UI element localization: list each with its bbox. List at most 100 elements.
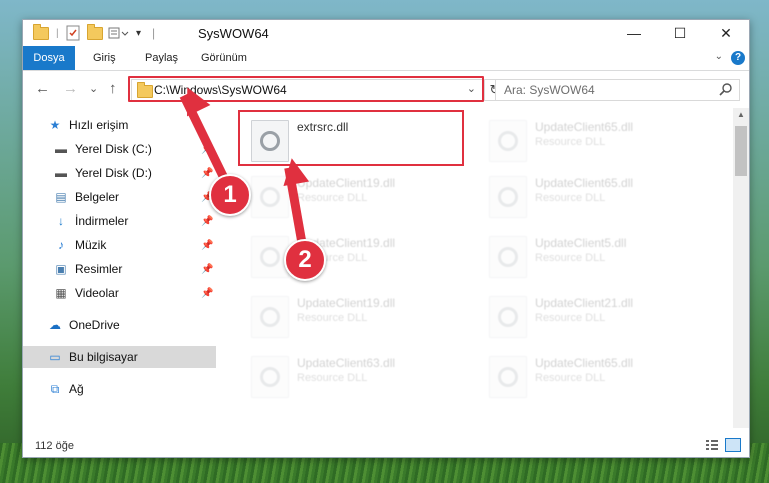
minimize-button[interactable]: — bbox=[611, 20, 657, 46]
separator: | bbox=[56, 27, 59, 39]
file-tile[interactable]: UpdateClient19.dll Resource DLL bbox=[241, 228, 441, 278]
dll-file-icon bbox=[251, 356, 289, 398]
file-type: Resource DLL bbox=[535, 372, 606, 384]
sidebar-item-label: Yerel Disk (C:) bbox=[75, 142, 152, 156]
sidebar-item-videos[interactable]: ▦ Videolar 📌 bbox=[23, 282, 216, 304]
file-type: Resource DLL bbox=[535, 192, 606, 204]
music-icon: ♪ bbox=[58, 238, 64, 252]
separator: | bbox=[152, 26, 156, 40]
navigation-bar: ← → ⌄ ↑ C:\Windows\SysWOW64 ⌄ ↻ Ara: Sys… bbox=[23, 71, 749, 107]
properties-icon[interactable] bbox=[66, 25, 80, 41]
sidebar-item-documents[interactable]: ▤ Belgeler 📌 bbox=[23, 186, 216, 208]
details-view-icon[interactable] bbox=[705, 439, 719, 454]
file-tile[interactable]: UpdateClient63.dll Resource DLL bbox=[241, 348, 441, 398]
dll-file-icon bbox=[489, 296, 527, 338]
file-type: Resource DLL bbox=[297, 192, 368, 204]
navigation-pane: ★ Hızlı erişim ▬ Yerel Disk (C:) 📌 ▬ Yerel D… bbox=[23, 108, 216, 428]
star-icon: ★ bbox=[49, 118, 61, 132]
tab-file[interactable]: Dosya bbox=[23, 46, 75, 70]
sidebar-item-label: Ağ bbox=[69, 382, 84, 396]
search-input[interactable]: Ara: SysWOW64 bbox=[495, 79, 740, 101]
tab-home[interactable]: Giriş bbox=[93, 46, 116, 70]
file-tile[interactable]: UpdateClient21.dll Resource DLL bbox=[479, 288, 679, 338]
pictures-icon: ▣ bbox=[55, 262, 67, 276]
back-button[interactable]: ← bbox=[35, 80, 50, 97]
sidebar-item-label: İndirmeler bbox=[75, 214, 129, 228]
file-type: Resource DLL bbox=[297, 372, 368, 384]
recent-locations-button[interactable]: ⌄ bbox=[89, 82, 98, 95]
dll-file-icon bbox=[489, 236, 527, 278]
file-name: UpdateClient65.dll bbox=[535, 176, 634, 190]
large-icons-view-icon[interactable] bbox=[725, 438, 741, 452]
computer-icon: ▭ bbox=[49, 350, 61, 364]
window-title: SysWOW64 bbox=[198, 26, 269, 41]
ribbon-tabs: Dosya Giriş Paylaş Görünüm ⌄ ? bbox=[23, 46, 749, 71]
sidebar-item-quick-access[interactable]: ★ Hızlı erişim bbox=[23, 114, 216, 136]
maximize-button[interactable]: ☐ bbox=[657, 20, 703, 46]
sidebar-item-local-disk-c[interactable]: ▬Yerel Disk (C:)📌 bbox=[23, 138, 216, 160]
forward-button[interactable]: → bbox=[63, 80, 78, 97]
sidebar-item-label: Bu bilgisayar bbox=[69, 350, 138, 364]
dll-file-icon bbox=[489, 356, 527, 398]
up-button[interactable]: ↑ bbox=[109, 80, 117, 97]
tab-view[interactable]: Görünüm bbox=[201, 46, 247, 70]
expand-ribbon-icon[interactable]: ⌄ bbox=[715, 51, 723, 62]
file-tile[interactable]: UpdateClient19.dll Resource DLL bbox=[241, 288, 441, 338]
file-type: Resource DLL bbox=[535, 312, 606, 324]
step-badge-2: 2 bbox=[284, 239, 326, 281]
pin-icon: 📌 bbox=[201, 167, 214, 179]
file-name: UpdateClient65.dll bbox=[535, 120, 634, 134]
pin-icon: 📌 bbox=[201, 215, 214, 227]
file-name: UpdateClient65.dll bbox=[535, 356, 634, 370]
search-placeholder: Ara: SysWOW64 bbox=[504, 83, 595, 97]
file-name: UpdateClient21.dll bbox=[535, 296, 634, 310]
file-tile[interactable]: UpdateClient5.dll Resource DLL bbox=[479, 228, 679, 278]
file-tile[interactable]: UpdateClient65.dll Resource DLL bbox=[479, 112, 679, 162]
sidebar-item-label: Videolar bbox=[75, 286, 119, 300]
sidebar-item-music[interactable]: ♪ Müzik 📌 bbox=[23, 234, 216, 256]
dll-file-icon bbox=[489, 176, 527, 218]
dll-file-icon bbox=[489, 120, 527, 162]
pin-icon: 📌 bbox=[201, 263, 214, 275]
sidebar-item-label: Belgeler bbox=[75, 190, 120, 204]
sidebar-item-downloads[interactable]: ↓ İndirmeler 📌 bbox=[23, 210, 216, 232]
dll-file-icon bbox=[251, 296, 289, 338]
status-bar: 112 öğe bbox=[23, 435, 749, 457]
sidebar-item-this-pc[interactable]: ▭ Bu bilgisayar bbox=[23, 346, 216, 368]
explorer-window: | ▾ | SysWOW64 — ☐ ✕ Dosya Giriş Paylaş … bbox=[22, 19, 750, 458]
cloud-icon: ☁ bbox=[49, 318, 61, 332]
scrollbar-thumb[interactable] bbox=[735, 126, 747, 176]
close-button[interactable]: ✕ bbox=[703, 20, 749, 46]
file-tile[interactable]: UpdateClient65.dll Resource DLL bbox=[479, 348, 679, 398]
file-tile[interactable]: UpdateClient65.dll Resource DLL bbox=[479, 168, 679, 218]
scroll-up-icon[interactable]: ▲ bbox=[737, 110, 745, 119]
file-name: UpdateClient19.dll bbox=[297, 176, 396, 190]
search-icon[interactable] bbox=[719, 82, 733, 101]
sidebar-item-label: Müzik bbox=[75, 238, 107, 252]
drive-icon: ▬ bbox=[55, 166, 67, 180]
sidebar-item-label: Resimler bbox=[75, 262, 123, 276]
pin-icon: 📌 bbox=[201, 239, 214, 251]
quick-access-dropdown-icon[interactable]: ▾ bbox=[136, 25, 141, 41]
item-count: 112 öğe bbox=[35, 440, 74, 452]
tab-share[interactable]: Paylaş bbox=[145, 46, 178, 70]
drive-icon: ▬ bbox=[55, 142, 67, 156]
file-type: Resource DLL bbox=[297, 312, 368, 324]
sidebar-item-pictures[interactable]: ▣ Resimler 📌 bbox=[23, 258, 216, 280]
pin-icon: 📌 bbox=[201, 287, 214, 299]
file-tile[interactable]: UpdateClient19.dll Resource DLL bbox=[241, 168, 441, 218]
sidebar-item-onedrive[interactable]: ☁ OneDrive bbox=[23, 314, 216, 336]
sidebar-item-network[interactable]: ⧉ Ağ bbox=[23, 378, 216, 400]
sidebar-item-label: Hızlı erişim bbox=[69, 118, 129, 132]
sidebar-item-local-disk-d[interactable]: ▬ Yerel Disk (D:) 📌 bbox=[23, 162, 216, 184]
customize-icon[interactable] bbox=[108, 25, 130, 41]
file-type: Resource DLL bbox=[535, 252, 606, 264]
title-bar: | ▾ | SysWOW64 — ☐ ✕ bbox=[23, 20, 749, 46]
vertical-scrollbar[interactable]: ▲ bbox=[733, 108, 749, 428]
sidebar-item-label: OneDrive bbox=[69, 318, 120, 332]
help-icon[interactable]: ? bbox=[731, 51, 745, 65]
arrowhead-2 bbox=[278, 155, 310, 187]
new-folder-icon[interactable] bbox=[87, 23, 103, 41]
file-type: Resource DLL bbox=[535, 136, 606, 148]
download-icon: ↓ bbox=[58, 214, 64, 228]
